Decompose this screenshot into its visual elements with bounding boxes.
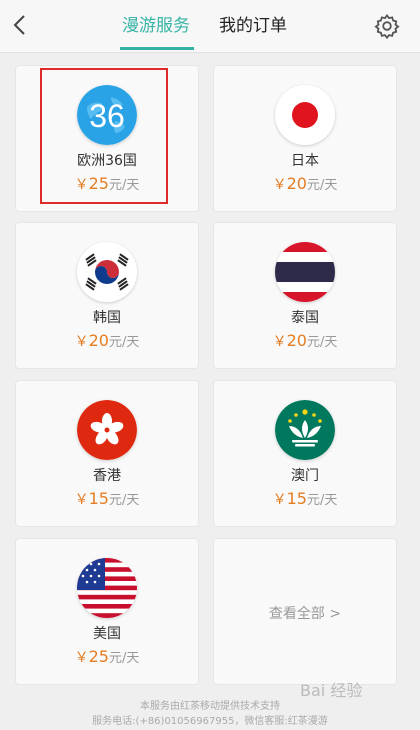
price-label: ￥25元/天 <box>16 174 198 194</box>
price-currency: ￥ <box>74 650 89 666</box>
tab-my-orders[interactable]: 我的订单 <box>219 14 287 38</box>
price-label: ￥20元/天 <box>214 331 396 351</box>
card-japan[interactable]: 日本 ￥20元/天 <box>214 66 396 211</box>
price-unit: 元/天 <box>108 178 140 193</box>
korea-flag-icon <box>77 242 137 302</box>
price-label: ￥15元/天 <box>214 489 396 509</box>
price-unit: 元/天 <box>306 335 338 350</box>
price-currency: ￥ <box>74 177 89 193</box>
card-europe[interactable]: 36 欧洲36国 ￥25元/天 <box>16 66 198 211</box>
country-name: 韩国 <box>93 310 121 326</box>
price-currency: ￥ <box>272 492 287 508</box>
country-name: 美国 <box>93 626 121 642</box>
price-label: ￥20元/天 <box>16 331 198 351</box>
card-korea[interactable]: 韩国 ￥20元/天 <box>16 223 198 368</box>
footer-contact-text: 服务电话:(+86)01056967955，微信客服:红茶漫游 <box>92 716 328 727</box>
country-name: 香港 <box>93 468 121 484</box>
price-value: 20 <box>286 331 307 350</box>
card-hong-kong[interactable]: 香港 ￥15元/天 <box>16 381 198 526</box>
active-tab-indicator <box>120 47 194 50</box>
watermark: Bai 经验 <box>300 681 363 700</box>
country-name: 欧洲36国 <box>77 153 137 169</box>
price-value: 25 <box>88 174 109 193</box>
price-currency: ￥ <box>74 334 89 350</box>
price-unit: 元/天 <box>108 493 140 508</box>
country-name: 澳门 <box>291 468 319 484</box>
country-name: 日本 <box>291 153 319 169</box>
price-label: ￥20元/天 <box>214 174 396 194</box>
macau-flag-icon <box>275 400 335 460</box>
view-all-card[interactable]: 查看全部 > <box>214 539 396 684</box>
price-value: 20 <box>88 331 109 350</box>
price-currency: ￥ <box>74 492 89 508</box>
price-currency: ￥ <box>272 334 287 350</box>
card-usa[interactable]: 美国 ￥25元/天 <box>16 539 198 684</box>
price-label: ￥25元/天 <box>16 647 198 667</box>
price-currency: ￥ <box>272 177 287 193</box>
europe-badge-number: 36 <box>89 98 125 134</box>
europe-globe-icon: 36 <box>77 85 137 145</box>
view-all-link[interactable]: 查看全部 > <box>214 603 396 623</box>
thailand-flag-icon <box>275 242 335 302</box>
country-name: 泰国 <box>291 310 319 326</box>
settings-gear-icon[interactable] <box>374 13 400 39</box>
card-thailand[interactable]: 泰国 ￥20元/天 <box>214 223 396 368</box>
price-unit: 元/天 <box>306 178 338 193</box>
card-macau[interactable]: 澳门 ￥15元/天 <box>214 381 396 526</box>
price-label: ￥15元/天 <box>16 489 198 509</box>
price-unit: 元/天 <box>108 335 140 350</box>
usa-flag-icon <box>77 558 137 618</box>
price-unit: 元/天 <box>108 651 140 666</box>
hong-kong-flag-icon <box>77 400 137 460</box>
japan-flag-icon <box>275 85 335 145</box>
price-value: 25 <box>88 647 109 666</box>
top-bar: 漫游服务 我的订单 <box>0 0 420 53</box>
tab-roaming-service[interactable]: 漫游服务 <box>122 14 190 38</box>
price-value: 15 <box>88 489 109 508</box>
price-value: 15 <box>286 489 307 508</box>
price-unit: 元/天 <box>306 493 338 508</box>
price-value: 20 <box>286 174 307 193</box>
back-arrow-icon[interactable] <box>10 14 32 36</box>
